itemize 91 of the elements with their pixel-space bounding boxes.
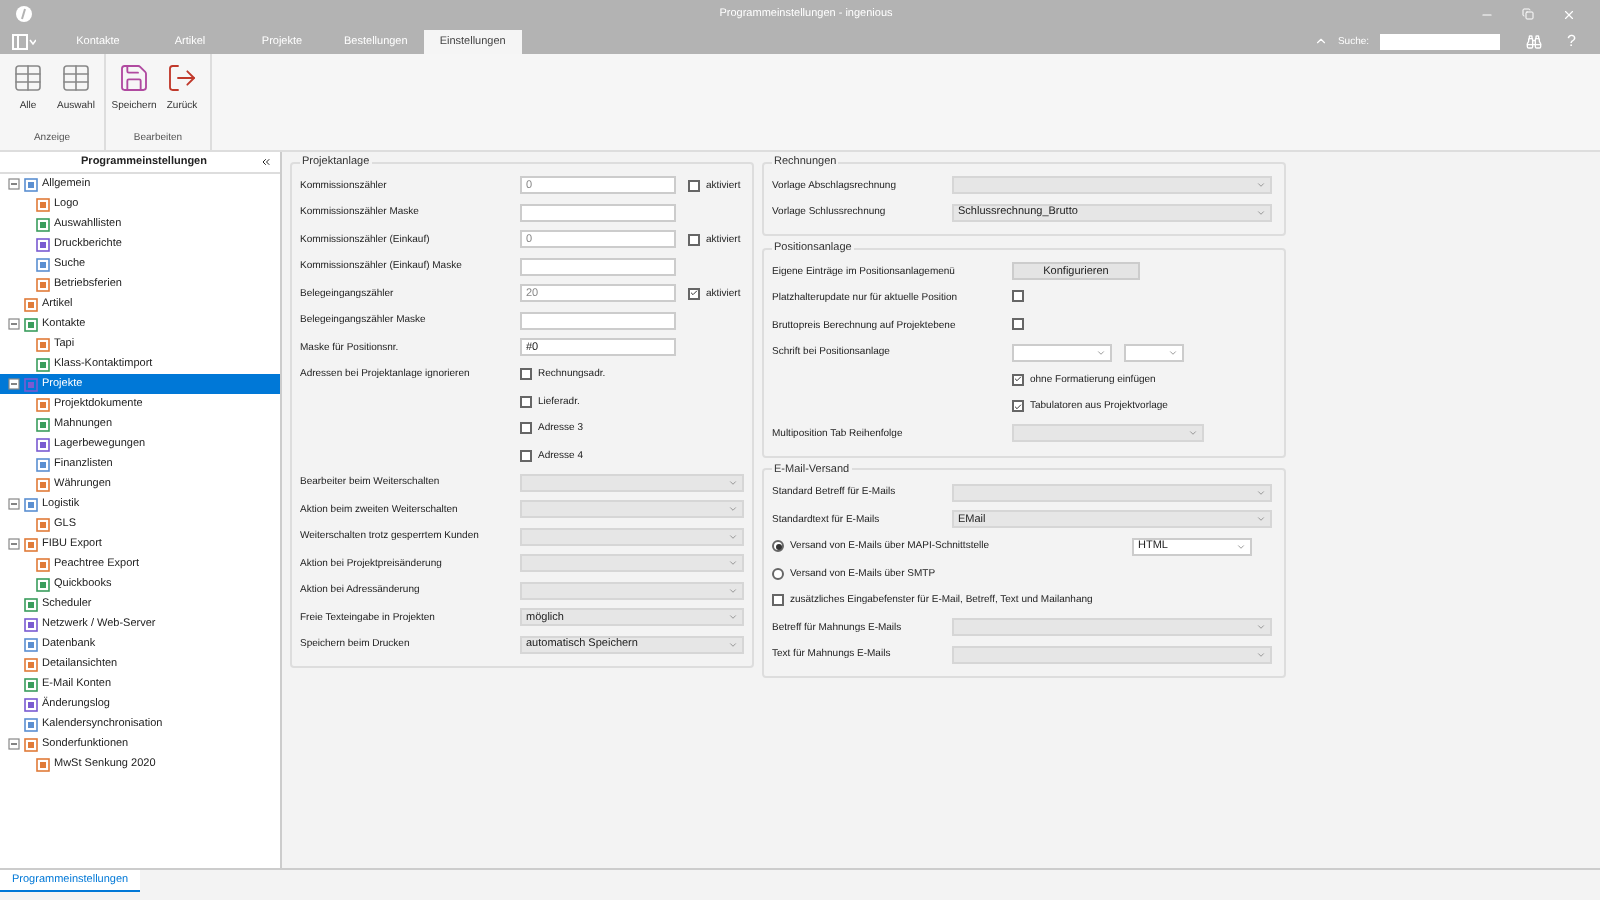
tile-icon (24, 297, 38, 311)
tile-icon (36, 517, 50, 531)
collapse-icon[interactable] (8, 538, 20, 550)
tile-icon (36, 757, 50, 771)
tile-icon (36, 237, 50, 251)
tile-icon (24, 377, 38, 391)
dropdown[interactable] (520, 473, 744, 492)
tile-icon (36, 217, 50, 231)
grid-icon (12, 62, 44, 94)
chevron-down-icon (1236, 541, 1246, 552)
input-field[interactable] (520, 257, 676, 276)
collapse-icon[interactable] (8, 378, 20, 390)
tile-icon (36, 437, 50, 451)
checkbox[interactable] (520, 368, 532, 381)
collapse-icon[interactable] (8, 178, 20, 190)
tile-icon (24, 677, 38, 691)
chevron-down-icon (1256, 649, 1266, 660)
checkbox[interactable] (772, 594, 784, 607)
tile-icon (24, 737, 38, 751)
collapse-ribbon-icon[interactable] (1313, 34, 1328, 48)
chevron-down-icon (728, 639, 738, 650)
dropdown[interactable] (520, 500, 744, 519)
tile-icon (24, 657, 38, 671)
dropdown[interactable] (520, 554, 744, 573)
checkbox[interactable] (1012, 317, 1024, 330)
tile-icon (36, 457, 50, 471)
tile-icon (36, 197, 50, 211)
tile-icon (36, 417, 50, 431)
tile-icon (24, 497, 38, 511)
checkbox[interactable] (1012, 290, 1024, 303)
checkbox[interactable] (1012, 373, 1024, 386)
binoculars-icon[interactable] (1525, 33, 1542, 49)
chevron-down-icon (728, 531, 738, 542)
chevron-down-icon (1256, 180, 1266, 191)
chevron-down-icon (1256, 622, 1266, 633)
collapse-sidebar-icon[interactable] (260, 156, 272, 168)
input-field[interactable] (520, 311, 676, 330)
collapse-icon[interactable] (8, 738, 20, 750)
tile-icon (24, 717, 38, 731)
app-logo-icon (16, 6, 32, 22)
chevron-down-icon (728, 558, 738, 569)
dropdown[interactable] (1012, 343, 1112, 362)
dropdown[interactable] (952, 618, 1272, 637)
tile-icon (24, 537, 38, 551)
chevron-down-icon (1096, 347, 1106, 358)
tile-icon (24, 177, 38, 191)
tile-icon (36, 257, 50, 271)
chevron-down-icon (728, 612, 738, 623)
checkbox[interactable] (520, 449, 532, 462)
dropdown[interactable] (520, 527, 744, 546)
tile-icon (36, 557, 50, 571)
chevron-down-icon (728, 477, 738, 488)
dropdown[interactable] (520, 581, 744, 600)
chevron-down-icon (1256, 487, 1266, 498)
chevron-down-icon (1256, 514, 1266, 525)
input-field[interactable] (520, 203, 676, 222)
dropdown[interactable] (952, 645, 1272, 664)
dropdown[interactable] (1012, 424, 1204, 443)
chevron-down-icon (1256, 207, 1266, 218)
tile-icon (24, 697, 38, 711)
grid-icon (60, 62, 92, 94)
collapse-icon[interactable] (8, 498, 20, 510)
save-icon (118, 62, 150, 94)
search-field[interactable] (1379, 33, 1500, 49)
checkbox[interactable] (1012, 400, 1024, 413)
tile-icon (24, 617, 38, 631)
tile-icon (36, 337, 50, 351)
tile-icon (36, 477, 50, 491)
exit-icon (166, 62, 198, 94)
menu-icon[interactable] (12, 34, 36, 50)
tile-icon (36, 277, 50, 291)
chevron-down-icon (1168, 347, 1178, 358)
checkbox[interactable] (520, 422, 532, 435)
tile-icon (24, 597, 38, 611)
tile-icon (36, 577, 50, 591)
radio-button[interactable] (772, 540, 784, 553)
checkbox[interactable] (520, 395, 532, 408)
tile-icon (24, 637, 38, 651)
dropdown[interactable] (952, 483, 1272, 502)
chevron-down-icon (1188, 428, 1198, 439)
tile-icon (36, 357, 50, 371)
tile-icon (36, 397, 50, 411)
radio-button[interactable] (772, 567, 784, 580)
collapse-icon[interactable] (8, 318, 20, 330)
close-icon[interactable] (1562, 7, 1576, 21)
dropdown[interactable] (1124, 343, 1184, 362)
restore-icon[interactable] (1522, 7, 1534, 19)
chevron-down-icon (728, 504, 738, 515)
dropdown[interactable] (952, 176, 1272, 195)
chevron-down-icon (728, 585, 738, 596)
tile-icon (24, 317, 38, 331)
